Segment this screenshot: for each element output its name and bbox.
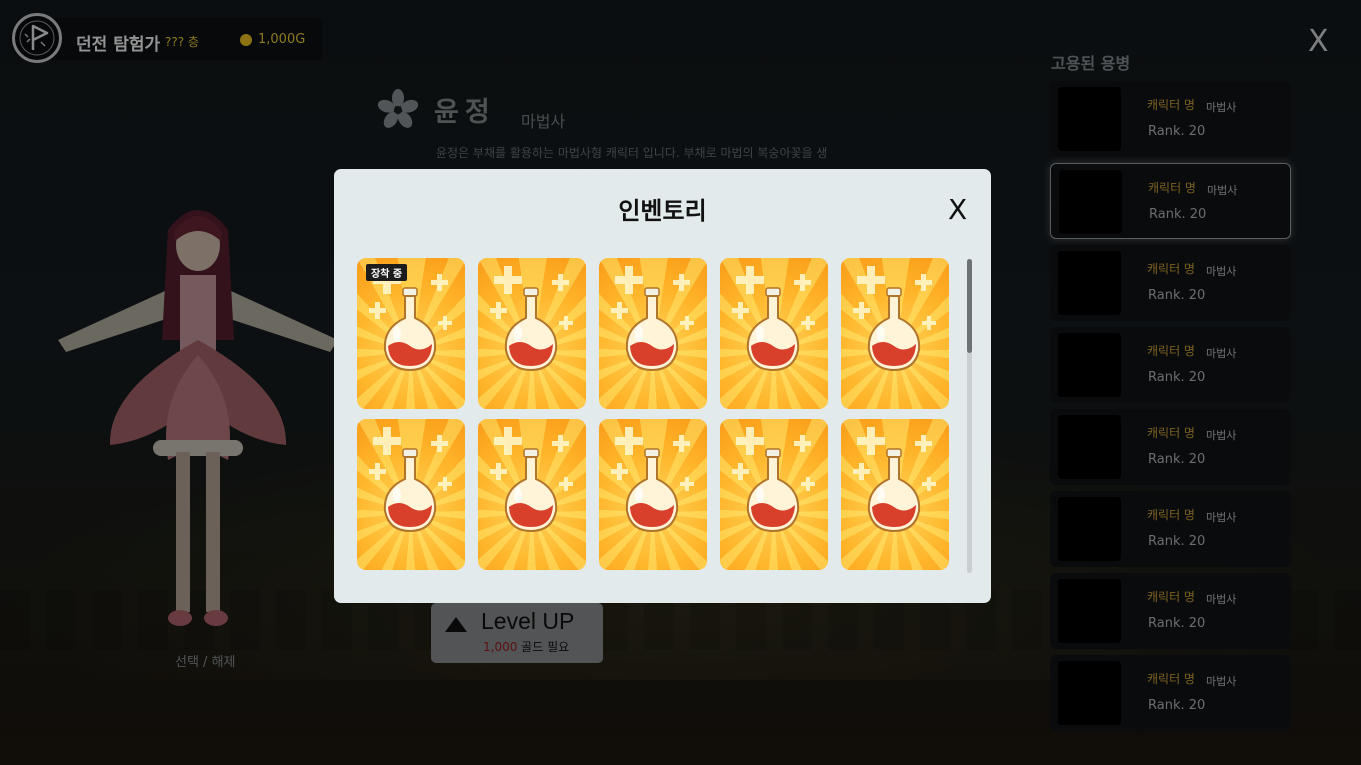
inventory-slot[interactable] bbox=[841, 258, 949, 409]
inventory-slot[interactable] bbox=[357, 419, 465, 570]
equipped-badge: 장착 중 bbox=[366, 264, 408, 281]
inventory-slot[interactable] bbox=[478, 258, 586, 409]
inventory-slot[interactable] bbox=[841, 419, 949, 570]
inventory-modal: 인벤토리 X 장착 중 bbox=[334, 169, 991, 603]
inventory-slot[interactable] bbox=[599, 419, 707, 570]
inventory-slot[interactable] bbox=[599, 258, 707, 409]
inventory-slot[interactable] bbox=[720, 419, 828, 570]
inventory-close-button[interactable]: X bbox=[948, 193, 967, 226]
inventory-slot[interactable]: 장착 중 bbox=[357, 258, 465, 409]
inventory-slot[interactable] bbox=[478, 419, 586, 570]
inventory-slot[interactable] bbox=[720, 258, 828, 409]
inventory-title: 인벤토리 bbox=[618, 197, 707, 225]
inventory-grid: 장착 중 bbox=[357, 258, 957, 578]
inventory-scrollbar-thumb[interactable] bbox=[967, 259, 972, 353]
